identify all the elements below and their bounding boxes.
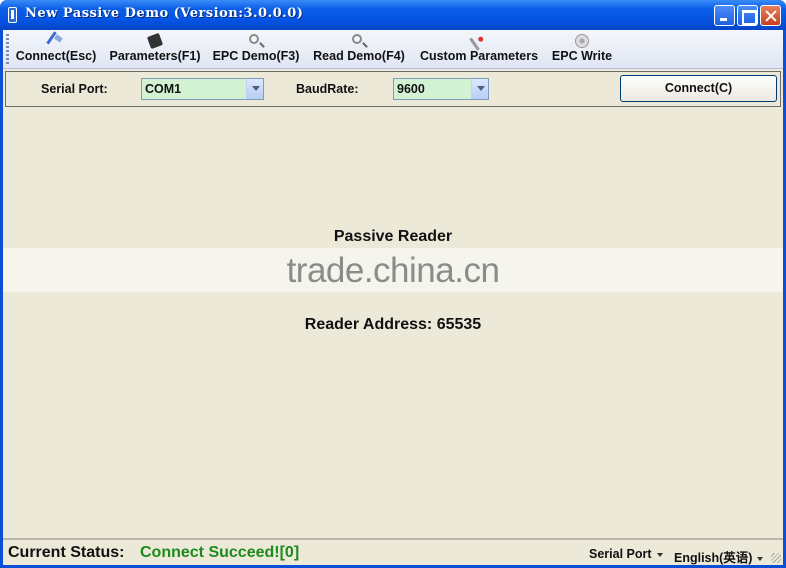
caret-down-icon [757, 556, 764, 561]
disc-icon [575, 34, 589, 48]
status-label: Current Status: [8, 544, 125, 561]
window-title: New Passive Demo (Version:3.0.0.0) [25, 6, 304, 21]
toolbar-epc-write[interactable]: EPC Write [549, 32, 615, 66]
status-bar: Current Status: Connect Succeed![0] Seri… [3, 538, 783, 565]
toolbar-connect[interactable]: Connect(Esc) [13, 31, 99, 66]
toolbar-custom-parameters-label: Custom Parameters [419, 49, 539, 63]
toolbar: Connect(Esc) Parameters(F1) EPC Demo(F3)… [3, 30, 783, 69]
connect-button[interactable]: Connect(C) [620, 75, 777, 102]
baud-rate-select[interactable]: 9600 [393, 78, 489, 100]
language-label: English(英语) [674, 551, 753, 565]
serial-port-label: Serial Port: [41, 82, 108, 96]
toolbar-custom-parameters[interactable]: Custom Parameters [417, 31, 541, 66]
tools-icon [469, 31, 489, 51]
language-dropdown[interactable]: English(英语) [674, 547, 764, 566]
watermark: trade.china.cn [286, 251, 500, 290]
baud-rate-label: BaudRate: [296, 82, 359, 96]
port-type-dropdown[interactable]: Serial Port [589, 547, 663, 561]
maximize-button[interactable] [737, 5, 758, 26]
connect-plug-icon [46, 31, 66, 51]
client-area: Connect(Esc) Parameters(F1) EPC Demo(F3)… [3, 30, 783, 565]
toolbar-epc-demo[interactable]: EPC Demo(F3) [211, 32, 301, 66]
connection-bar: Serial Port: COM1 BaudRate: 9600 Connect… [5, 71, 781, 107]
title-bar[interactable]: New Passive Demo (Version:3.0.0.0) [0, 0, 786, 30]
main-panel: Passive Reader trade.china.cn Reader Add… [3, 108, 783, 538]
chevron-down-icon[interactable] [246, 79, 263, 99]
reader-title: Passive Reader [333, 228, 453, 245]
serial-port-select[interactable]: COM1 [141, 78, 264, 100]
toolbar-read-demo-label: Read Demo(F4) [313, 49, 405, 63]
close-button[interactable] [760, 5, 781, 26]
port-type-label: Serial Port [589, 547, 652, 561]
toolbar-parameters[interactable]: Parameters(F1) [107, 32, 203, 66]
toolbar-grip[interactable] [6, 34, 9, 65]
status-value: Connect Succeed![0] [140, 544, 300, 561]
magnifier-icon [249, 34, 259, 44]
minimize-button[interactable] [714, 5, 735, 26]
toolbar-epc-demo-label: EPC Demo(F3) [212, 49, 300, 63]
reader-address: Reader Address: 65535 [304, 316, 482, 333]
toolbar-parameters-label: Parameters(F1) [109, 49, 201, 63]
baud-rate-value: 9600 [397, 82, 425, 96]
resize-grip[interactable] [771, 553, 781, 563]
app-icon [8, 7, 17, 23]
toolbar-connect-label: Connect(Esc) [15, 49, 97, 63]
magnifier-icon [352, 34, 362, 44]
app-window: New Passive Demo (Version:3.0.0.0) Conne… [0, 0, 786, 568]
caret-down-icon [656, 552, 663, 557]
toolbar-epc-write-label: EPC Write [551, 49, 613, 63]
toolbar-read-demo[interactable]: Read Demo(F4) [311, 32, 407, 66]
chip-icon [146, 32, 164, 50]
chevron-down-icon[interactable] [471, 79, 488, 99]
serial-port-value: COM1 [145, 82, 182, 96]
